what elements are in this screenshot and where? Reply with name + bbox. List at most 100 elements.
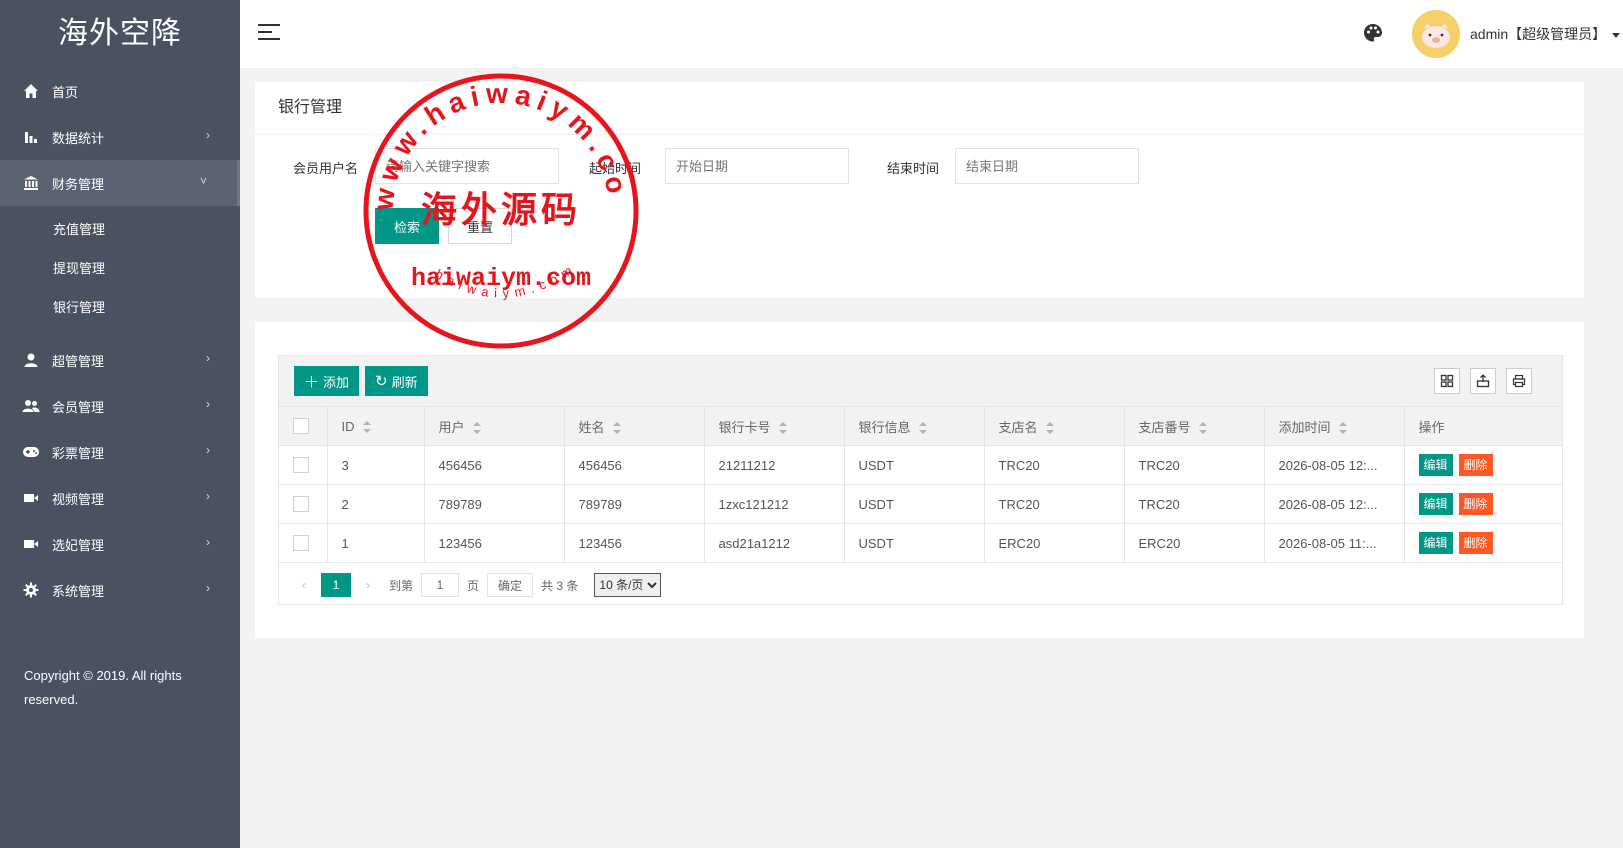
user-menu[interactable]: admin【超级管理员】: [1470, 24, 1621, 44]
sidebar-item-label: 超管管理: [52, 353, 105, 369]
goto-confirm-button[interactable]: 确定: [487, 573, 534, 597]
cell-name: 456456: [564, 445, 705, 485]
sidebar-item-selection[interactable]: 选妃管理 ›: [0, 521, 240, 567]
add-button[interactable]: ＋ 添加: [294, 366, 360, 396]
start-date-input[interactable]: [665, 148, 849, 184]
edit-button[interactable]: 编辑: [1418, 493, 1453, 515]
sort-icon[interactable]: [362, 421, 371, 434]
sidebar-item-label: 系统管理: [52, 583, 105, 599]
sidebar-item-home[interactable]: 首页: [0, 68, 240, 114]
sort-icon[interactable]: [612, 422, 621, 435]
column-header-branch-number[interactable]: 支店番号: [1124, 407, 1265, 446]
page-size-select[interactable]: 10 条/页: [594, 573, 662, 597]
refresh-icon: ↻: [375, 373, 388, 390]
column-header-card-number[interactable]: 银行卡号: [704, 407, 845, 446]
sidebar-item-system[interactable]: 系统管理 ›: [0, 567, 240, 613]
cell-user: 789789: [424, 484, 565, 524]
video-icon: [22, 489, 40, 507]
cell-branch-number: TRC20: [1124, 445, 1265, 485]
sidebar-item-label: 选妃管理: [52, 537, 105, 553]
row-checkbox[interactable]: [293, 496, 309, 513]
sort-icon[interactable]: [1338, 422, 1347, 435]
chevron-right-icon: ›: [206, 489, 210, 503]
end-time-label: 结束时间: [887, 161, 940, 176]
export-icon[interactable]: [1470, 368, 1496, 394]
column-header-user[interactable]: 用户: [424, 407, 565, 446]
sidebar-item-label: 首页: [52, 84, 79, 100]
row-checkbox[interactable]: [293, 457, 309, 474]
sort-icon[interactable]: [918, 422, 927, 435]
delete-button[interactable]: 删除: [1458, 493, 1493, 515]
finance-submenu: 充值管理 提现管理 银行管理: [0, 206, 240, 337]
edit-button[interactable]: 编辑: [1418, 454, 1453, 476]
column-header-actions: 操作: [1404, 407, 1562, 446]
sidebar-subitem-recharge[interactable]: 充值管理: [0, 210, 240, 249]
table-row: 3 456456 456456 21211212 USDT TRC20 TRC2…: [279, 445, 1562, 485]
edit-button[interactable]: 编辑: [1418, 532, 1453, 554]
cell-id: 3: [327, 445, 425, 485]
sidebar-item-members[interactable]: 会员管理 ›: [0, 383, 240, 429]
cell-branch-name: TRC20: [984, 484, 1125, 524]
row-checkbox-cell: [279, 484, 328, 524]
palette-icon[interactable]: [1362, 22, 1386, 46]
end-date-input[interactable]: [955, 148, 1139, 184]
sidebar-subitem-bank[interactable]: 银行管理: [0, 288, 240, 327]
delete-button[interactable]: 删除: [1458, 532, 1493, 554]
sidebar-item-lottery[interactable]: 彩票管理 ›: [0, 429, 240, 475]
select-all-checkbox[interactable]: [293, 418, 309, 435]
data-table: ＋ 添加 ↻ 刷新 ID 用户 姓名 银行卡号 银行信息 支店名 支店番号 添加…: [278, 355, 1563, 605]
cell-added-time: 2026-08-05 11:...: [1264, 523, 1405, 563]
row-checkbox[interactable]: [293, 535, 309, 552]
avatar[interactable]: [1412, 10, 1460, 58]
cell-added-time: 2026-08-05 12:...: [1264, 484, 1405, 524]
sort-icon[interactable]: [778, 422, 787, 435]
columns-filter-icon[interactable]: [1434, 368, 1460, 394]
member-search-input[interactable]: [375, 148, 559, 184]
table-toolbar: ＋ 添加 ↻ 刷新: [279, 356, 1562, 407]
print-icon[interactable]: [1506, 368, 1532, 394]
search-button[interactable]: 检索: [375, 208, 439, 244]
page-label: 页: [467, 578, 480, 593]
total-count: 共 3 条: [541, 578, 579, 593]
refresh-button[interactable]: ↻ 刷新: [365, 366, 428, 396]
column-header-name[interactable]: 姓名: [564, 407, 705, 446]
cell-bank-info: USDT: [844, 523, 985, 563]
sort-icon[interactable]: [1198, 422, 1207, 435]
sort-icon[interactable]: [1045, 422, 1054, 435]
cell-branch-name: TRC20: [984, 445, 1125, 485]
chevron-right-icon[interactable]: ›: [355, 573, 381, 597]
sidebar-item-admin[interactable]: 超管管理 ›: [0, 337, 240, 383]
row-checkbox-cell: [279, 523, 328, 563]
table-row: 1 123456 123456 asd21a1212 USDT ERC20 ER…: [279, 523, 1562, 563]
cell-bank-info: USDT: [844, 445, 985, 485]
sort-icon[interactable]: [472, 422, 481, 435]
menu-toggle-icon[interactable]: [258, 24, 280, 42]
brand-title: 海外空降: [58, 17, 182, 50]
refresh-button-label: 刷新: [391, 374, 418, 390]
sidebar-item-label: 会员管理: [52, 399, 105, 415]
column-header-id[interactable]: ID: [327, 407, 425, 446]
bank-table: ID 用户 姓名 银行卡号 银行信息 支店名 支店番号 添加时间 操作 3 45…: [279, 407, 1562, 563]
user-icon: [22, 351, 40, 369]
sidebar-item-stats[interactable]: 数据统计 ›: [0, 114, 240, 160]
cell-user: 456456: [424, 445, 565, 485]
sidebar-subitem-withdraw[interactable]: 提现管理: [0, 249, 240, 288]
chevron-left-icon[interactable]: ‹: [291, 573, 317, 597]
start-time-label: 起始时间: [589, 161, 642, 176]
page-number-current[interactable]: 1: [321, 573, 351, 597]
column-header-branch-name[interactable]: 支店名: [984, 407, 1125, 446]
cell-added-time: 2026-08-05 12:...: [1264, 445, 1405, 485]
delete-button[interactable]: 删除: [1458, 454, 1493, 476]
search-panel: 银行管理 会员用户名 起始时间 结束时间 检索 重置: [255, 82, 1584, 298]
add-button-label: 添加: [323, 374, 350, 390]
gear-icon: [22, 581, 40, 599]
reset-button[interactable]: 重置: [448, 208, 512, 244]
chevron-right-icon: ›: [206, 128, 210, 142]
sidebar-item-video[interactable]: 视频管理 ›: [0, 475, 240, 521]
column-header-added-time[interactable]: 添加时间: [1264, 407, 1405, 446]
column-header-bank-info[interactable]: 银行信息: [844, 407, 985, 446]
sidebar-item-finance[interactable]: 财务管理 ˅: [0, 160, 240, 206]
sidebar: 海外空降 首页 数据统计 › 财务管理 ˅ 充值管理 提现管理 银行管理 超管管…: [0, 0, 240, 848]
goto-page-input[interactable]: [421, 573, 460, 597]
bank-icon: [22, 174, 40, 192]
